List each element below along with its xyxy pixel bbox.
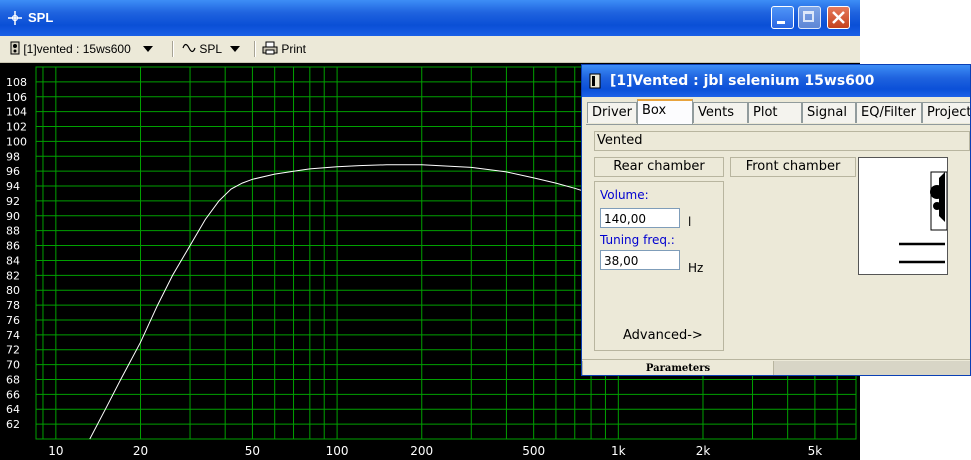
close-button[interactable]: [827, 6, 850, 29]
tab-bar: Driver Box Vents Plot Signal EQ/Filter P…: [582, 99, 970, 124]
y-tick-label: 94: [6, 180, 20, 193]
rear-chamber-group: Volume: 140,00 l Tuning freq.: 38,00 Hz …: [594, 181, 724, 351]
plot-select[interactable]: SPL: [182, 40, 240, 58]
tab-plot[interactable]: Plot: [748, 102, 802, 123]
status-empty: [774, 361, 970, 375]
sine-wave-icon: [182, 43, 196, 53]
tab-driver[interactable]: Driver: [587, 102, 637, 123]
y-tick-label: 80: [6, 284, 20, 297]
plot-select-label: SPL: [199, 42, 222, 56]
box-dialog: [1]Vented : jbl selenium 15ws600 Driver …: [581, 64, 971, 376]
y-tick-label: 74: [6, 329, 20, 342]
print-label: Print: [281, 42, 307, 56]
speaker-select-label: [1]vented : 15ws600: [23, 42, 131, 56]
box-diagram: [858, 157, 948, 275]
maximize-button[interactable]: [798, 6, 821, 29]
y-tick-label: 98: [6, 150, 20, 163]
tuning-unit: Hz: [688, 261, 704, 275]
window-title: SPL: [28, 10, 54, 25]
chevron-down-icon: [143, 46, 154, 52]
tuning-input[interactable]: 38,00: [600, 250, 680, 270]
y-tick-label: 62: [6, 418, 20, 431]
y-tick-label: 78: [6, 299, 20, 312]
tab-vents[interactable]: Vents: [693, 102, 748, 123]
x-tick-label: 50: [245, 444, 260, 458]
y-tick-label: 104: [6, 106, 27, 119]
rear-chamber-button[interactable]: Rear chamber: [594, 157, 724, 177]
box-type-select[interactable]: Vented: [594, 131, 970, 151]
x-tick-label: 500: [522, 444, 545, 458]
dialog-title: [1]Vented : jbl selenium 15ws600: [610, 73, 875, 89]
y-tick-label: 96: [6, 165, 20, 178]
x-tick-label: 100: [326, 444, 349, 458]
y-tick-label: 66: [6, 388, 20, 401]
x-tick-label: 10: [48, 444, 63, 458]
x-tick-label: 2k: [696, 444, 711, 458]
tab-box[interactable]: Box: [637, 99, 693, 124]
tab-project[interactable]: Project: [922, 102, 970, 123]
y-tick-label: 86: [6, 240, 20, 253]
y-tick-label: 108: [6, 76, 27, 89]
volume-input[interactable]: 140,00: [600, 208, 680, 228]
speaker-select[interactable]: [1]vented : 15ws600: [10, 40, 154, 58]
spl-curve: [89, 164, 619, 440]
y-tick-label: 100: [6, 135, 27, 148]
volume-unit: l: [688, 215, 692, 229]
x-tick-label: 20: [133, 444, 148, 458]
dialog-titlebar[interactable]: [1]Vented : jbl selenium 15ws600: [582, 65, 970, 97]
print-button[interactable]: Print: [262, 40, 306, 58]
tab-signal[interactable]: Signal: [802, 102, 856, 123]
printer-icon: [262, 41, 278, 55]
chevron-down-icon: [229, 46, 240, 52]
front-chamber-button[interactable]: Front chamber: [730, 157, 856, 177]
toolbar: [1]vented : 15ws600 SPL Print: [0, 36, 860, 96]
box-panel: Vented Rear chamber Front chamber Volume…: [586, 124, 970, 361]
status-bar: Parameters: [582, 359, 970, 375]
crosshair-icon: [8, 11, 22, 25]
advanced-button[interactable]: Advanced->: [623, 328, 703, 343]
x-tick-label: 1k: [611, 444, 626, 458]
x-tick-label: 200: [410, 444, 433, 458]
y-tick-label: 88: [6, 225, 20, 238]
y-tick-label: 84: [6, 254, 20, 267]
y-tick-label: 106: [6, 91, 27, 104]
y-tick-label: 72: [6, 344, 20, 357]
box-diagram-drawing: [899, 171, 948, 264]
speaker-icon: [10, 41, 20, 55]
status-parameters: Parameters: [582, 361, 774, 375]
speaker-icon: [589, 73, 601, 89]
tuning-label: Tuning freq.:: [600, 233, 675, 247]
volume-label: Volume:: [600, 188, 649, 202]
close-icon: [832, 11, 845, 24]
y-tick-label: 64: [6, 403, 20, 416]
spl-titlebar[interactable]: SPL: [0, 0, 860, 36]
y-tick-label: 90: [6, 210, 20, 223]
y-tick-label: 70: [6, 359, 20, 372]
y-tick-label: 76: [6, 314, 20, 327]
y-tick-label: 102: [6, 121, 27, 134]
tab-eq-filter[interactable]: EQ/Filter: [856, 102, 922, 123]
minimize-button[interactable]: [771, 6, 794, 29]
y-tick-label: 68: [6, 373, 20, 386]
x-tick-label: 5k: [808, 444, 823, 458]
y-tick-label: 82: [6, 269, 20, 282]
y-tick-label: 92: [6, 195, 20, 208]
